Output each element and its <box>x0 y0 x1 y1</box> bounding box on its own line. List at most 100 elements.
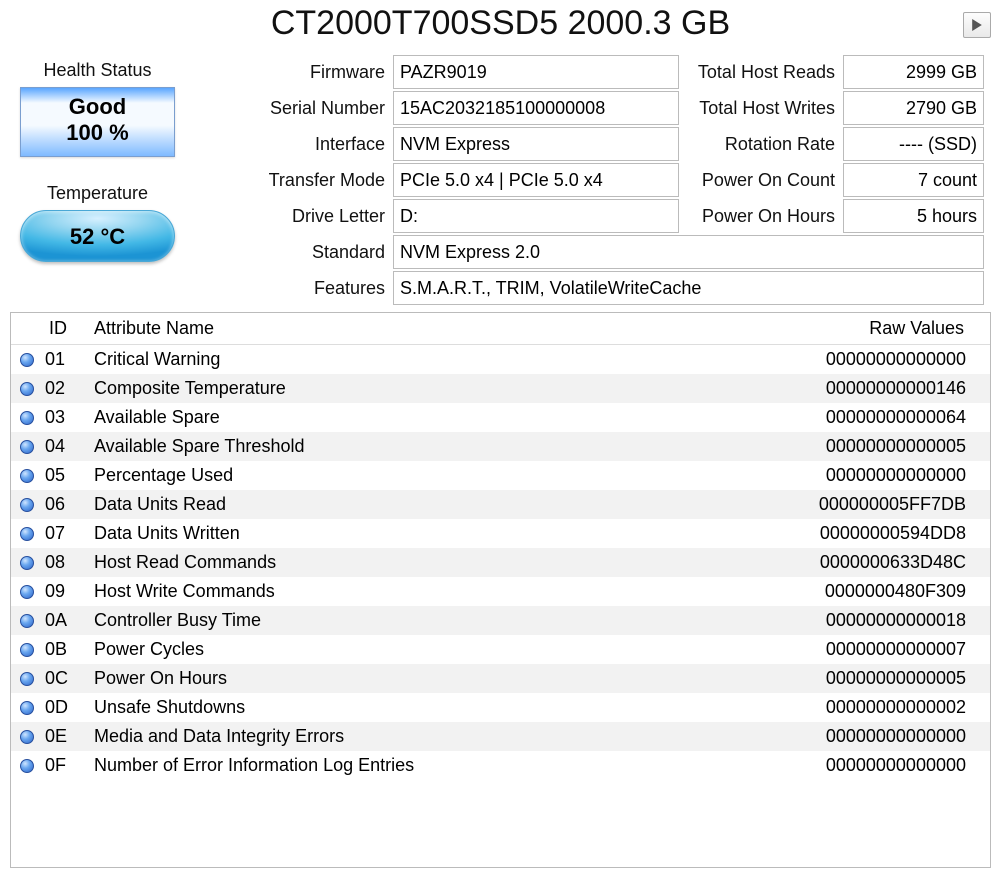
cell-id: 05 <box>43 465 88 486</box>
power-on-count-label: Power On Count <box>683 162 843 198</box>
cell-attribute-name: Controller Busy Time <box>88 610 770 631</box>
cell-id: 0F <box>43 755 88 776</box>
cell-raw-value: 00000000000000 <box>770 755 970 776</box>
cell-raw-value: 0000000633D48C <box>770 552 970 573</box>
cell-id: 02 <box>43 378 88 399</box>
cell-raw-value: 00000000594DD8 <box>770 523 970 544</box>
cell-attribute-name: Available Spare Threshold <box>88 436 770 457</box>
table-body: 01Critical Warning0000000000000002Compos… <box>11 345 990 780</box>
features-value[interactable]: S.M.A.R.T., TRIM, VolatileWriteCache <box>393 271 984 305</box>
serial-value[interactable]: 15AC2032185100000008 <box>393 91 679 125</box>
summary-area: Health Status Good 100 % Temperature 52 … <box>10 54 991 306</box>
cell-id: 01 <box>43 349 88 370</box>
rotation-rate-value[interactable]: ---- (SSD) <box>843 127 984 161</box>
health-percent: 100 % <box>21 120 174 146</box>
table-row[interactable]: 07Data Units Written00000000594DD8 <box>11 519 990 548</box>
rotation-rate-label: Rotation Rate <box>683 126 843 162</box>
table-header: ID Attribute Name Raw Values <box>11 313 990 345</box>
health-status-label: Health Status <box>43 60 151 81</box>
cell-id: 07 <box>43 523 88 544</box>
cell-attribute-name: Media and Data Integrity Errors <box>88 726 770 747</box>
table-row[interactable]: 09Host Write Commands0000000480F309 <box>11 577 990 606</box>
table-row[interactable]: 05Percentage Used00000000000000 <box>11 461 990 490</box>
status-column: Health Status Good 100 % Temperature 52 … <box>10 54 185 306</box>
status-dot-icon <box>20 585 34 599</box>
cell-raw-value: 00000000000000 <box>770 349 970 370</box>
drive-letter-label: Drive Letter <box>193 198 393 234</box>
temperature-label: Temperature <box>47 183 148 204</box>
interface-value[interactable]: NVM Express <box>393 127 679 161</box>
power-on-hours-value[interactable]: 5 hours <box>843 199 984 233</box>
column-attribute-name[interactable]: Attribute Name <box>88 318 770 339</box>
firmware-label: Firmware <box>193 54 393 90</box>
features-label: Features <box>193 270 393 306</box>
cell-raw-value: 00000000000005 <box>770 668 970 689</box>
column-raw-values[interactable]: Raw Values <box>770 318 970 339</box>
play-icon <box>971 19 983 31</box>
status-dot-icon <box>20 701 34 715</box>
standard-value[interactable]: NVM Express 2.0 <box>393 235 984 269</box>
cell-id: 09 <box>43 581 88 602</box>
cell-id: 03 <box>43 407 88 428</box>
status-dot-icon <box>20 759 34 773</box>
cell-id: 08 <box>43 552 88 573</box>
interface-label: Interface <box>193 126 393 162</box>
cell-attribute-name: Percentage Used <box>88 465 770 486</box>
status-dot-icon <box>20 527 34 541</box>
table-row[interactable]: 0AController Busy Time00000000000018 <box>11 606 990 635</box>
cell-raw-value: 0000000480F309 <box>770 581 970 602</box>
transfer-mode-value[interactable]: PCIe 5.0 x4 | PCIe 5.0 x4 <box>393 163 679 197</box>
table-row[interactable]: 03Available Spare00000000000064 <box>11 403 990 432</box>
play-button[interactable] <box>963 12 991 38</box>
cell-raw-value: 00000000000002 <box>770 697 970 718</box>
cell-raw-value: 000000005FF7DB <box>770 494 970 515</box>
table-row[interactable]: 0CPower On Hours00000000000005 <box>11 664 990 693</box>
cell-raw-value: 00000000000005 <box>770 436 970 457</box>
status-dot-icon <box>20 382 34 396</box>
cell-raw-value: 00000000000018 <box>770 610 970 631</box>
table-row[interactable]: 04Available Spare Threshold0000000000000… <box>11 432 990 461</box>
cell-raw-value: 00000000000000 <box>770 465 970 486</box>
table-row[interactable]: 0DUnsafe Shutdowns00000000000002 <box>11 693 990 722</box>
power-on-count-value[interactable]: 7 count <box>843 163 984 197</box>
serial-label: Serial Number <box>193 90 393 126</box>
cell-id: 0B <box>43 639 88 660</box>
drive-letter-value[interactable]: D: <box>393 199 679 233</box>
table-row[interactable]: 06Data Units Read000000005FF7DB <box>11 490 990 519</box>
table-row[interactable]: 02Composite Temperature00000000000146 <box>11 374 990 403</box>
total-host-reads-label: Total Host Reads <box>683 54 843 90</box>
cell-attribute-name: Power On Hours <box>88 668 770 689</box>
temperature-indicator[interactable]: 52 °C <box>20 210 175 262</box>
smart-table: ID Attribute Name Raw Values 01Critical … <box>10 312 991 868</box>
cell-raw-value: 00000000000064 <box>770 407 970 428</box>
cell-id: 0A <box>43 610 88 631</box>
status-dot-icon <box>20 469 34 483</box>
cell-attribute-name: Critical Warning <box>88 349 770 370</box>
temperature-value: 52 °C <box>70 224 125 249</box>
status-dot-icon <box>20 353 34 367</box>
status-dot-icon <box>20 730 34 744</box>
table-row[interactable]: 08Host Read Commands0000000633D48C <box>11 548 990 577</box>
status-dot-icon <box>20 672 34 686</box>
cell-id: 0E <box>43 726 88 747</box>
total-host-reads-value[interactable]: 2999 GB <box>843 55 984 89</box>
table-row[interactable]: 0BPower Cycles00000000000007 <box>11 635 990 664</box>
status-dot-icon <box>20 643 34 657</box>
cell-id: 0C <box>43 668 88 689</box>
power-on-hours-label: Power On Hours <box>683 198 843 234</box>
info-grid: Firmware PAZR9019 Total Host Reads 2999 … <box>193 54 991 306</box>
cell-attribute-name: Power Cycles <box>88 639 770 660</box>
firmware-value[interactable]: PAZR9019 <box>393 55 679 89</box>
cell-attribute-name: Host Write Commands <box>88 581 770 602</box>
status-dot-icon <box>20 614 34 628</box>
column-id[interactable]: ID <box>43 318 88 339</box>
table-row[interactable]: 0FNumber of Error Information Log Entrie… <box>11 751 990 780</box>
status-dot-icon <box>20 556 34 570</box>
cell-raw-value: 00000000000000 <box>770 726 970 747</box>
cell-attribute-name: Number of Error Information Log Entries <box>88 755 770 776</box>
table-row[interactable]: 0EMedia and Data Integrity Errors0000000… <box>11 722 990 751</box>
cell-raw-value: 00000000000007 <box>770 639 970 660</box>
table-row[interactable]: 01Critical Warning00000000000000 <box>11 345 990 374</box>
health-indicator[interactable]: Good 100 % <box>20 87 175 157</box>
total-host-writes-value[interactable]: 2790 GB <box>843 91 984 125</box>
